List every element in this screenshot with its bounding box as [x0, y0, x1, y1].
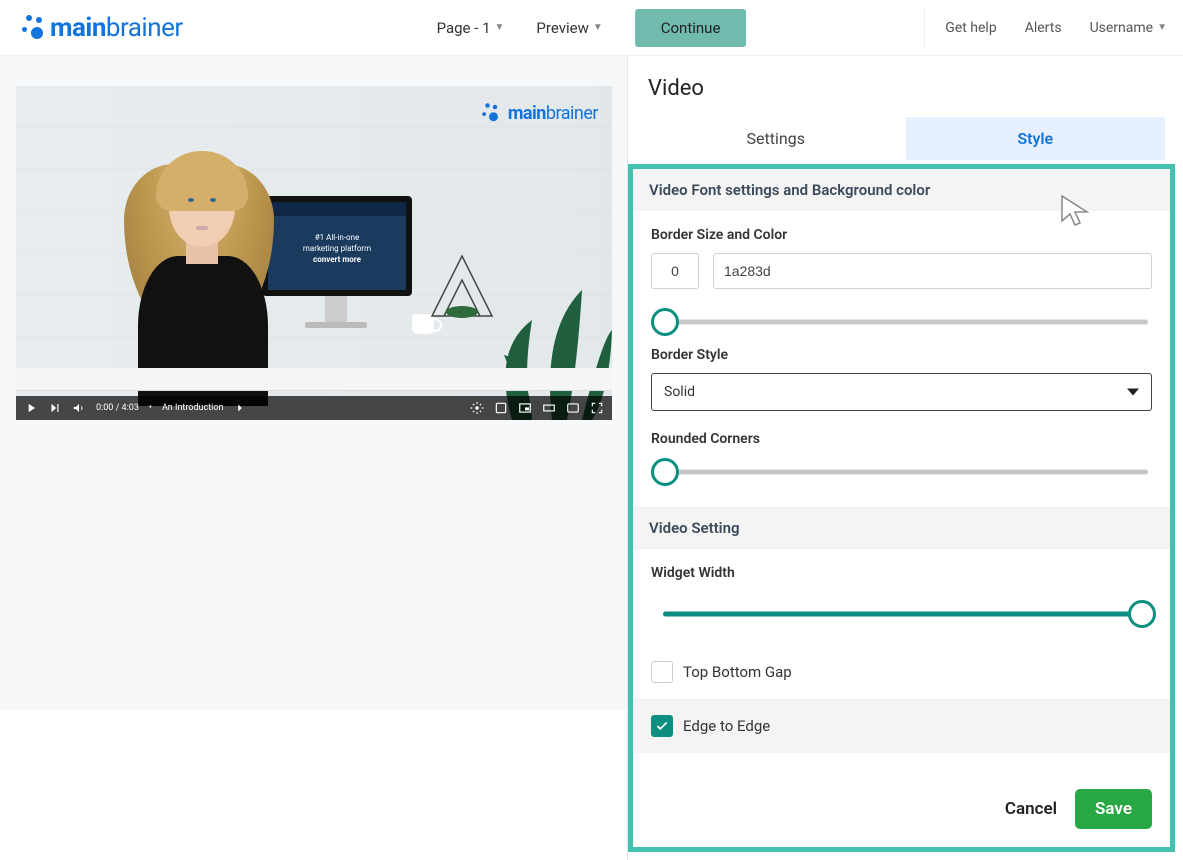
player-title: An Introduction: [162, 403, 224, 413]
caret-down-icon: ▼: [1157, 22, 1167, 33]
tabs: Settings Style: [628, 117, 1183, 160]
save-button[interactable]: Save: [1075, 789, 1152, 829]
panel-title: Video: [628, 56, 1183, 117]
get-help-link[interactable]: Get help: [945, 20, 996, 36]
fullscreen-icon[interactable]: [590, 401, 604, 415]
checkbox-top-bottom-gap[interactable]: Top Bottom Gap: [633, 645, 1170, 699]
checkbox-edge-to-edge[interactable]: Edge to Edge: [633, 699, 1170, 753]
preview-dropdown[interactable]: Preview▼: [536, 19, 602, 37]
checkbox-label: Edge to Edge: [683, 717, 770, 735]
next-icon[interactable]: [48, 401, 62, 415]
continue-button[interactable]: Continue: [635, 9, 747, 47]
main: #1 All-in-one marketing platform convert…: [0, 56, 1183, 860]
canvas-area: #1 All-in-one marketing platform convert…: [0, 56, 627, 860]
checkbox-checked-icon: [651, 715, 673, 737]
caret-down-icon: [1127, 389, 1139, 396]
style-panel: Video Font settings and Background color…: [628, 164, 1175, 852]
header-right: Get help Alerts Username▼: [924, 8, 1167, 48]
video-logo: mainbrainer: [474, 98, 598, 128]
border-size-input[interactable]: [651, 253, 699, 289]
logo[interactable]: mainbrainer: [16, 13, 183, 43]
header-center: Page - 1▼ Preview▼ Continue: [437, 9, 747, 47]
username-dropdown[interactable]: Username▼: [1090, 20, 1167, 36]
player-bar: 0:00 / 4:03 • An Introduction: [16, 396, 612, 420]
label-border-size-color: Border Size and Color: [651, 227, 1152, 243]
gear-icon[interactable]: [470, 401, 484, 415]
border-size-slider[interactable]: [651, 307, 1152, 337]
section-header-video-setting: Video Setting: [633, 507, 1170, 549]
label-widget-width: Widget Width: [651, 565, 1152, 581]
settings-icon[interactable]: [494, 401, 508, 415]
cc-icon[interactable]: [566, 401, 580, 415]
person-graphic: [86, 106, 306, 406]
video-preview[interactable]: #1 All-in-one marketing platform convert…: [16, 86, 612, 420]
border-color-input[interactable]: [713, 253, 1152, 289]
logo-dots-icon: [16, 13, 46, 43]
label-rounded-corners: Rounded Corners: [651, 431, 1152, 447]
cancel-button[interactable]: Cancel: [1005, 799, 1057, 819]
alerts-link[interactable]: Alerts: [1025, 20, 1062, 36]
rounded-corners-slider[interactable]: [651, 457, 1152, 487]
volume-icon[interactable]: [72, 401, 86, 415]
header: mainbrainer Page - 1▼ Preview▼ Continue …: [0, 0, 1183, 56]
right-panel: Video Settings Style Video Font settings…: [627, 56, 1183, 860]
tab-style[interactable]: Style: [906, 117, 1166, 160]
miniplayer-icon[interactable]: [518, 401, 532, 415]
checkbox-icon: [651, 661, 673, 683]
caret-down-icon: ▼: [593, 22, 603, 33]
terrarium-graphic: [422, 246, 502, 326]
label-border-style: Border Style: [651, 347, 1152, 363]
theater-icon[interactable]: [542, 401, 556, 415]
border-style-select[interactable]: Solid: [651, 373, 1152, 411]
logo-text: mainbrainer: [50, 13, 183, 43]
chevron-right-icon[interactable]: [233, 401, 247, 415]
section-header-font: Video Font settings and Background color: [633, 169, 1170, 211]
footer-actions: Cancel Save: [633, 763, 1170, 847]
player-time: 0:00 / 4:03: [96, 403, 139, 413]
checkbox-label: Top Bottom Gap: [683, 663, 792, 681]
page-dropdown[interactable]: Page - 1▼: [437, 19, 505, 37]
play-icon[interactable]: [24, 401, 38, 415]
tab-settings[interactable]: Settings: [646, 117, 906, 160]
widget-width-slider[interactable]: [651, 599, 1152, 629]
caret-down-icon: ▼: [495, 22, 505, 33]
